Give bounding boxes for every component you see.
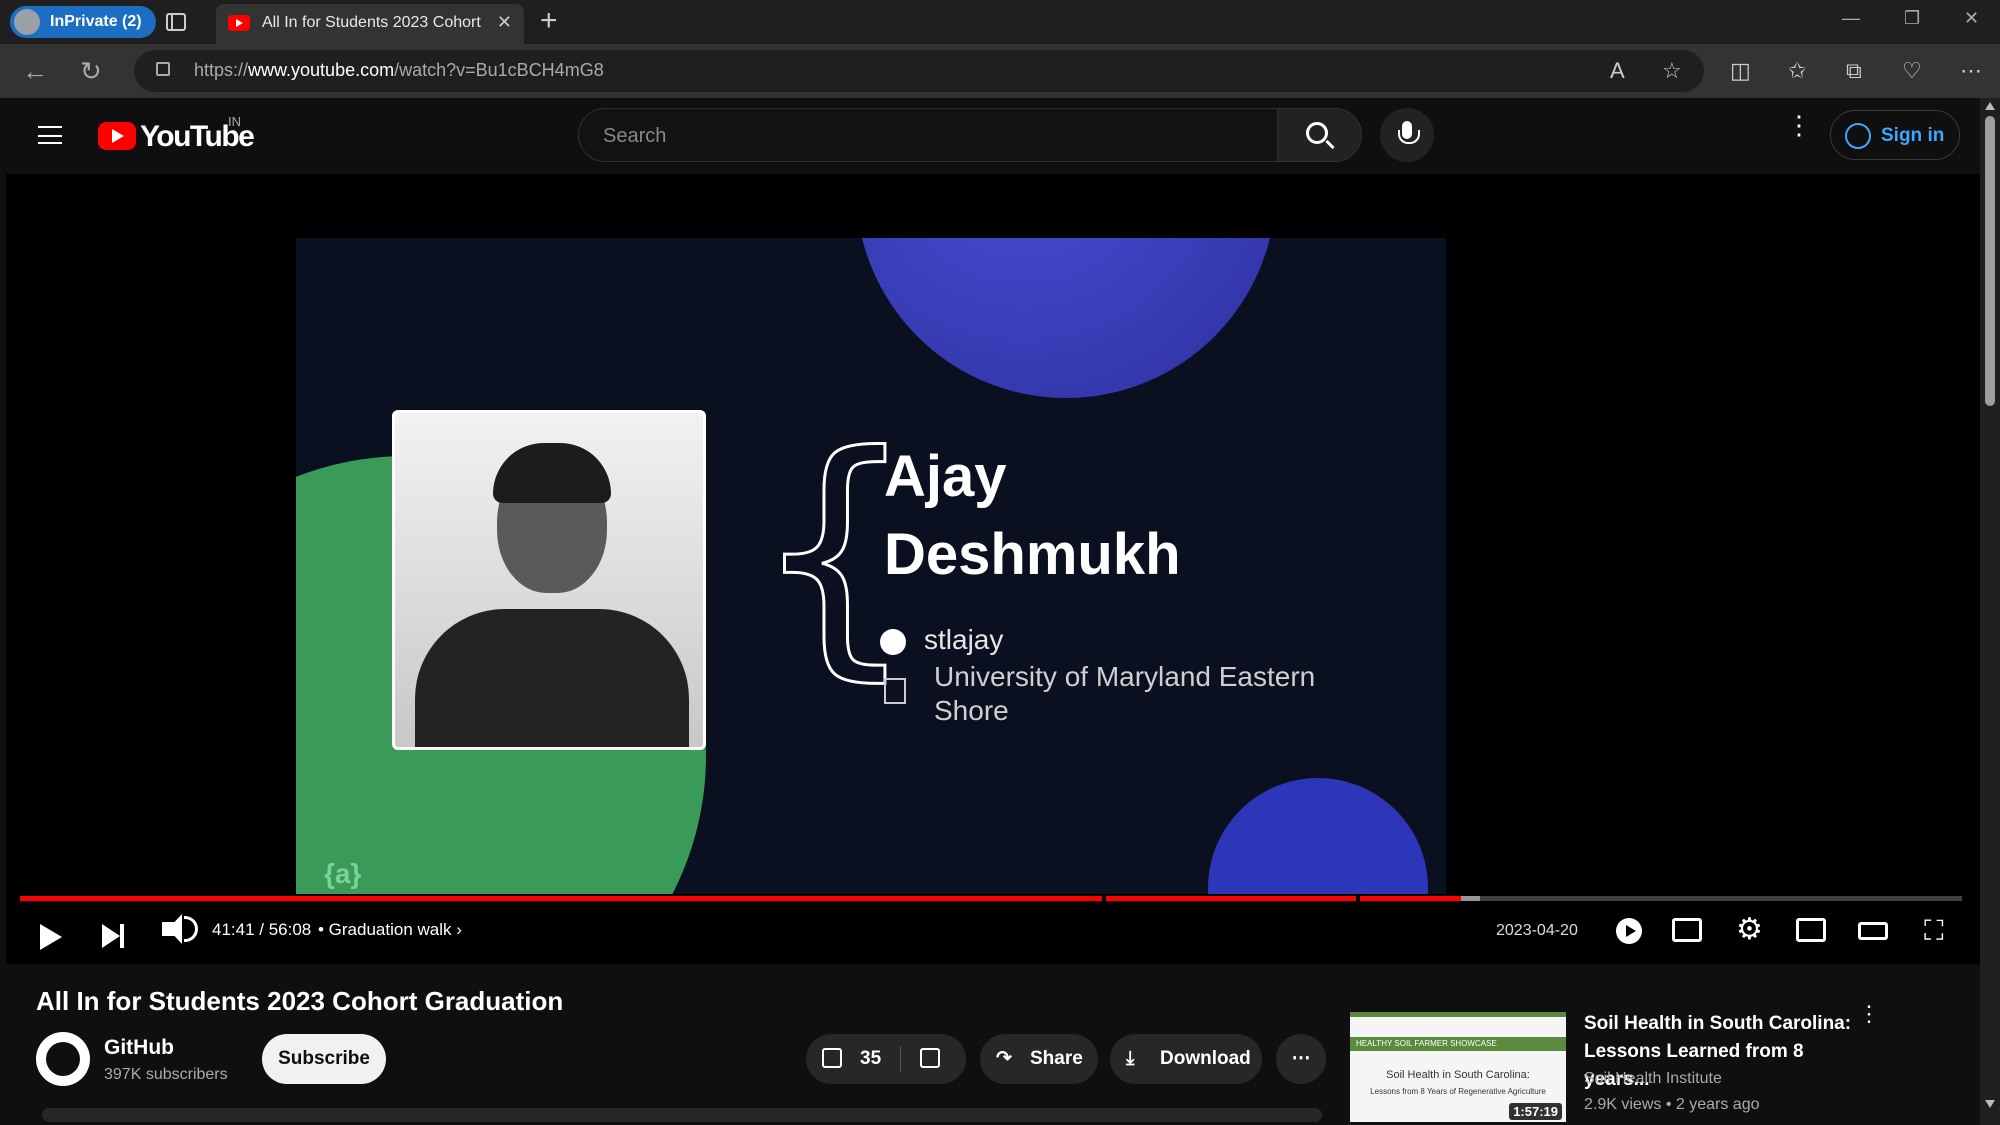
url-text: https://www.youtube.com/watch?v=Bu1cBCH4… <box>194 60 604 80</box>
country-code: IN <box>228 114 241 129</box>
search-icon <box>1306 122 1328 144</box>
search-input[interactable]: Search <box>578 108 1278 162</box>
chapter-marker <box>1102 896 1106 901</box>
account-icon <box>1845 123 1871 149</box>
github-handle: stlajay <box>880 624 1003 656</box>
sign-in-button[interactable]: Sign in <box>1830 110 1960 160</box>
voice-search-icon[interactable] <box>1380 108 1434 162</box>
address-bar[interactable]: https://www.youtube.com/watch?v=Bu1cBCH4… <box>134 50 1704 92</box>
subtitles-icon[interactable] <box>1672 918 1702 942</box>
building-icon <box>884 678 906 704</box>
recommendation-menu-icon[interactable]: ⋮ <box>1858 1003 1880 1025</box>
progress-bar[interactable] <box>20 896 1962 901</box>
recommendation-thumbnail[interactable]: HEALTHY SOIL FARMER SHOWCASE Soil Health… <box>1350 1012 1566 1122</box>
scroll-down-icon[interactable] <box>1985 1100 1995 1108</box>
download-button[interactable]: ⤓ Download <box>1110 1034 1262 1084</box>
address-bar-row: ← ↻ https://www.youtube.com/watch?v=Bu1c… <box>0 44 2000 98</box>
masthead: YouTube IN Search ⋮ Sign in <box>6 98 1980 174</box>
inprivate-label: InPrivate (2) <box>50 13 142 30</box>
tab-actions-icon[interactable] <box>164 10 188 34</box>
browser-essentials-icon[interactable]: ♡ <box>1902 58 1922 84</box>
settings-more-icon[interactable]: ⋯ <box>1960 58 1982 84</box>
time-display: 41:41 / 56:08 <box>212 920 312 939</box>
video-frame: { Ajay Deshmukh stlajay University of Ma… <box>296 238 1446 894</box>
thumb-title: Soil Health in South Carolina: <box>1386 1069 1530 1081</box>
read-aloud-icon[interactable]: A <box>1610 58 1625 84</box>
settings-kebab-icon[interactable]: ⋮ <box>1786 112 1812 138</box>
sign-in-label: Sign in <box>1881 125 1945 146</box>
new-tab-icon[interactable]: + <box>540 4 558 38</box>
brand-mark: {a} <box>324 858 362 889</box>
subscribe-button[interactable]: Subscribe <box>262 1034 386 1084</box>
close-tab-icon[interactable]: ✕ <box>497 12 512 33</box>
youtube-logo-icon <box>98 122 136 150</box>
recommendation-duration: 1:57:19 <box>1509 1103 1562 1120</box>
collections-icon[interactable]: ⧉ <box>1846 58 1862 84</box>
like-count[interactable]: 35 <box>860 1034 881 1084</box>
decor-circle-blue-top <box>856 238 1276 398</box>
fullscreen-icon[interactable]: ⛶ <box>1924 917 1944 945</box>
page-scrollbar[interactable] <box>1980 98 2000 1125</box>
tab-title: All In for Students 2023 Cohort G <box>262 14 482 31</box>
channel-avatar[interactable] <box>36 1032 90 1086</box>
favorites-icon[interactable]: ✩ <box>1788 58 1806 84</box>
browser-tab-bar: InPrivate (2) All In for Students 2023 C… <box>0 0 2000 44</box>
minimize-icon[interactable]: — <box>1842 8 1860 29</box>
settings-gear-icon[interactable]: ⚙ <box>1736 915 1763 945</box>
thumb-subtitle: Lessons from 8 Years of Regenerative Agr… <box>1370 1087 1546 1096</box>
inprivate-badge[interactable]: InPrivate (2) <box>10 6 156 38</box>
download-icon: ⤓ <box>1126 1048 1135 1069</box>
video-title: All In for Students 2023 Cohort Graduati… <box>36 986 564 1016</box>
like-icon[interactable] <box>822 1048 842 1068</box>
volume-icon[interactable] <box>162 914 198 944</box>
thumb-band: HEALTHY SOIL FARMER SHOWCASE <box>1350 1037 1566 1051</box>
search-placeholder: Search <box>603 125 667 147</box>
share-icon: ↷ <box>996 1048 1012 1069</box>
play-button[interactable] <box>40 924 62 950</box>
lock-icon <box>156 62 170 76</box>
profile-avatar-icon <box>14 9 40 35</box>
more-actions-icon[interactable]: ⋯ <box>1276 1034 1326 1084</box>
scroll-thumb[interactable] <box>1985 116 1995 406</box>
scroll-up-icon[interactable] <box>1985 102 1995 110</box>
recommendation-channel[interactable]: Soil Health Institute <box>1584 1070 1722 1088</box>
autoplay-toggle-icon[interactable] <box>1616 918 1642 944</box>
youtube-page: YouTube IN Search ⋮ Sign in {Ajay Deshm… <box>6 98 1980 1125</box>
chevron-right-icon: › <box>456 920 462 939</box>
description-box[interactable] <box>42 1108 1322 1122</box>
next-button[interactable] <box>102 924 124 948</box>
dislike-icon[interactable] <box>920 1048 940 1068</box>
like-dislike-group: 35 <box>806 1034 966 1084</box>
search-button[interactable] <box>1278 108 1362 162</box>
github-icon <box>880 628 906 655</box>
recommendation-meta: 2.9K views • 2 years ago <box>1584 1096 1760 1113</box>
browser-tab-active[interactable]: All In for Students 2023 Cohort G ✕ <box>216 4 524 44</box>
speaker-name: Ajay Deshmukh <box>884 444 1181 587</box>
window-close-icon[interactable]: ✕ <box>1964 8 1979 29</box>
split-screen-icon[interactable]: ◫ <box>1730 58 1751 84</box>
back-icon[interactable]: ← <box>22 56 48 87</box>
channel-name[interactable]: GitHub <box>104 1036 174 1060</box>
decor-circle-blue-bottom <box>1208 778 1428 894</box>
video-player[interactable]: { Ajay Deshmukh stlajay University of Ma… <box>6 174 1980 964</box>
refresh-icon[interactable]: ↻ <box>80 56 102 87</box>
restore-icon[interactable]: ❐ <box>1904 8 1920 29</box>
chapter-title[interactable]: • Graduation walk › <box>318 920 462 940</box>
progress-played <box>20 896 1461 901</box>
share-button[interactable]: ↷ Share <box>980 1034 1098 1084</box>
menu-icon[interactable] <box>38 126 62 144</box>
overlay-date: 2023-04-20 <box>1496 922 1578 939</box>
theater-mode-icon[interactable] <box>1858 922 1888 940</box>
miniplayer-icon[interactable] <box>1796 918 1826 942</box>
favorite-star-icon[interactable]: ☆ <box>1662 58 1682 84</box>
subscriber-count: 397K subscribers <box>104 1066 228 1083</box>
chapter-marker <box>1356 896 1360 901</box>
speaker-photo <box>392 410 706 750</box>
youtube-favicon-icon <box>228 15 250 31</box>
